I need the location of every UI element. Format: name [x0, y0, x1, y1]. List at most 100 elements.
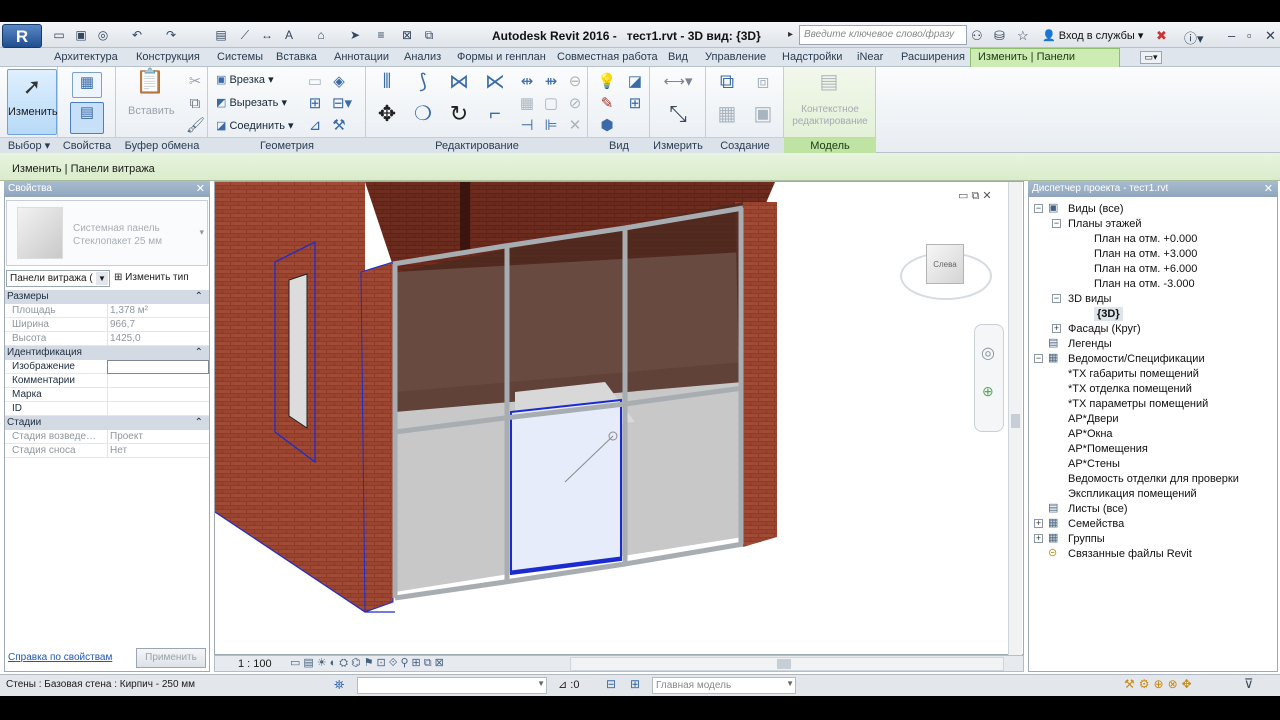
- cut-icon[interactable]: ✂: [186, 72, 204, 90]
- tab-5[interactable]: Анализ: [404, 49, 441, 66]
- browser-tree-item[interactable]: Семейства: [1068, 517, 1124, 531]
- delete-icon[interactable]: ✕: [566, 116, 584, 134]
- tree-expander-icon[interactable]: +: [1034, 534, 1043, 543]
- properties-toggle-icon[interactable]: ▤: [70, 102, 104, 134]
- extend-icon[interactable]: ⊣: [518, 116, 536, 134]
- property-row[interactable]: Высота 1425,0: [5, 332, 209, 346]
- cut-geometry-button[interactable]: ◩ Вырезать ▾: [216, 96, 287, 109]
- browser-tree-item[interactable]: АР*Окна: [1068, 427, 1113, 441]
- browser-tree-item[interactable]: Связанные файлы Revit: [1068, 547, 1192, 561]
- tab-4[interactable]: Аннотации: [334, 49, 389, 66]
- property-value[interactable]: Проект: [107, 430, 209, 444]
- browser-tree-item[interactable]: Виды (все): [1068, 202, 1124, 216]
- type-selector[interactable]: Системная панель Стеклопакет 25 мм ▾: [6, 200, 208, 266]
- property-value[interactable]: [107, 360, 209, 374]
- print-icon[interactable]: ▤: [212, 27, 230, 44]
- hide-bulb-icon[interactable]: 💡: [596, 72, 618, 90]
- unpin-icon[interactable]: ⊘: [566, 94, 584, 112]
- property-row[interactable]: Ширина 966,7: [5, 318, 209, 332]
- help-icon[interactable]: ⓘ▾: [1184, 28, 1204, 47]
- tab-2[interactable]: Системы: [217, 49, 263, 66]
- match-properties-icon[interactable]: 🖌: [186, 116, 205, 134]
- browser-tree-item[interactable]: Планы этажей: [1068, 217, 1142, 231]
- browser-tree-item[interactable]: План на отм. +3.000: [1094, 247, 1197, 261]
- trim-icon[interactable]: ⌐: [480, 104, 510, 134]
- 3d-view-icon[interactable]: ⌂: [312, 27, 330, 44]
- section-icon[interactable]: ➤: [346, 27, 364, 44]
- property-value[interactable]: 1425,0: [107, 332, 209, 346]
- brush-icon[interactable]: ✎: [596, 94, 618, 112]
- properties-help-link[interactable]: Справка по свойствам: [8, 652, 112, 663]
- browser-tree-item[interactable]: Ведомости/Спецификации: [1068, 352, 1205, 366]
- binoculars-icon[interactable]: ⚇: [971, 28, 983, 44]
- measure-between-icon[interactable]: ⟷▾: [656, 72, 700, 92]
- collapse-icon[interactable]: ⌃: [195, 290, 203, 304]
- browser-close-icon[interactable]: ✕: [1264, 181, 1273, 197]
- array-icon[interactable]: ▦: [518, 94, 536, 112]
- tab-11[interactable]: iNear: [857, 49, 883, 66]
- tab-0[interactable]: Архитектура: [54, 49, 118, 66]
- design-option-select[interactable]: Главная модель ▼: [652, 677, 796, 694]
- browser-tree-item[interactable]: План на отм. +0.000: [1094, 232, 1197, 246]
- ribbon-minimize-button[interactable]: ▭▾: [1140, 51, 1162, 64]
- tree-expander-icon[interactable]: −: [1052, 219, 1061, 228]
- undo-icon[interactable]: ↶: [128, 27, 146, 44]
- in-place-edit-icon[interactable]: ▤: [814, 72, 844, 98]
- property-value[interactable]: 1,378 м²: [107, 304, 209, 318]
- open-icon[interactable]: ▭: [50, 27, 68, 44]
- tree-expander-icon[interactable]: −: [1034, 204, 1043, 213]
- subscription-icon[interactable]: ⛁: [994, 28, 1005, 44]
- property-row[interactable]: Стадия возведе… Проект: [5, 430, 209, 444]
- view-control-icons[interactable]: ▭▤☀◐⛭⌬⚑⊡⟐⚲⊞⧉⊠: [290, 656, 447, 670]
- collapse-icon[interactable]: ⌃: [195, 416, 203, 430]
- property-row[interactable]: Марка: [5, 388, 209, 402]
- app-menu-button[interactable]: R: [2, 24, 42, 48]
- horizontal-scroll-thumb[interactable]: [777, 659, 791, 669]
- view-scale[interactable]: 1 : 100: [238, 658, 272, 670]
- tab-9[interactable]: Управление: [705, 49, 766, 66]
- property-row[interactable]: Площадь 1,378 м²: [5, 304, 209, 318]
- property-value[interactable]: [107, 388, 209, 402]
- property-value[interactable]: Нет: [107, 444, 209, 458]
- selected-panel[interactable]: [510, 398, 622, 576]
- browser-tree-item[interactable]: АР*Помещения: [1068, 442, 1148, 456]
- viewport-window-controls[interactable]: ▭ ⧉ ✕: [958, 189, 992, 203]
- property-row[interactable]: Изображение: [5, 360, 209, 374]
- tab-12[interactable]: Расширения: [901, 49, 965, 66]
- tree-expander-icon[interactable]: +: [1034, 519, 1043, 528]
- in-place-edit-button[interactable]: Контекстное редактирование: [786, 104, 874, 128]
- modify-button[interactable]: ➚ Изменить: [7, 69, 58, 135]
- navigation-bar[interactable]: ◎ ⊕: [974, 324, 1004, 432]
- properties-close-icon[interactable]: ✕: [196, 181, 205, 197]
- create-assembly-icon[interactable]: ⧉: [712, 72, 742, 98]
- vertical-scroll-thumb[interactable]: [1011, 414, 1020, 428]
- panel-label-select[interactable]: Выбор ▾: [0, 137, 58, 153]
- design-options-icon[interactable]: ⊟: [606, 677, 616, 691]
- browser-tree-item[interactable]: Группы: [1068, 532, 1105, 546]
- viewport-vertical-scrollbar[interactable]: [1008, 182, 1022, 655]
- browser-tree-item[interactable]: *ТХ отделка помещений: [1068, 382, 1192, 396]
- browser-tree-item[interactable]: План на отм. +6.000: [1094, 262, 1197, 276]
- tab-1[interactable]: Конструкция: [136, 49, 200, 66]
- align-icon[interactable]: ⫴: [372, 72, 402, 100]
- linework-icon[interactable]: ⊞: [626, 94, 644, 112]
- paint-icon[interactable]: ◈: [330, 72, 348, 90]
- copy-element-icon[interactable]: ❍: [408, 104, 438, 134]
- create-similar-icon[interactable]: ▣: [748, 104, 778, 134]
- thin-lines-icon[interactable]: ≡: [372, 27, 390, 44]
- tree-expander-icon[interactable]: +: [1052, 324, 1061, 333]
- browser-tree-item[interactable]: АР*Двери: [1068, 412, 1119, 426]
- switch-windows-icon[interactable]: ⧉: [420, 27, 438, 44]
- zoom-region-icon[interactable]: ⊕: [982, 383, 994, 400]
- tree-expander-icon[interactable]: −: [1034, 354, 1043, 363]
- create-group-icon[interactable]: ▦: [712, 104, 742, 134]
- browser-tree-item[interactable]: План на отм. -3.000: [1094, 277, 1195, 291]
- property-row[interactable]: ID: [5, 402, 209, 416]
- extend-multi-icon[interactable]: ⊫: [542, 116, 560, 134]
- login-menu[interactable]: 👤 Вход в службы ▾: [1042, 29, 1143, 42]
- filter-funnel-icon[interactable]: ⊽: [1244, 676, 1254, 692]
- property-value[interactable]: [107, 402, 209, 416]
- join-button[interactable]: ◪ Соединить ▾: [216, 119, 294, 132]
- browser-tree-item[interactable]: 3D виды: [1068, 292, 1111, 306]
- property-section-header[interactable]: Идентификация ⌃: [5, 346, 209, 360]
